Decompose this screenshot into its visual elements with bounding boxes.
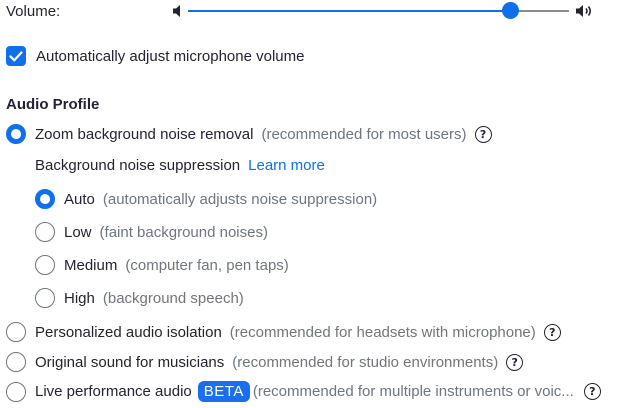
- profile-label: Live performance audio: [35, 383, 192, 400]
- profile-label: Original sound for musicians: [35, 353, 225, 371]
- help-icon[interactable]: ?: [583, 383, 601, 400]
- auto-adjust-label: Automatically adjust microphone volume: [36, 47, 305, 65]
- suppression-option-auto[interactable]: Auto (automatically adjusts noise suppre…: [35, 189, 377, 209]
- speaker-low-icon: [172, 4, 184, 18]
- suppression-label: Medium: [64, 256, 118, 274]
- volume-slider-thumb[interactable]: [502, 2, 519, 19]
- volume-track-filled: [188, 10, 511, 12]
- volume-label: Volume:: [6, 3, 61, 20]
- suppression-label: Low: [64, 223, 92, 241]
- profile-hint: (recommended for studio environments): [232, 353, 499, 371]
- learn-more-link[interactable]: Learn more: [248, 157, 325, 174]
- checkmark-icon: [9, 50, 23, 61]
- noise-suppression-header: Background noise suppression Learn more: [35, 157, 325, 174]
- help-icon[interactable]: ?: [474, 125, 492, 143]
- profile-option-noise-removal[interactable]: Zoom background noise removal (recommend…: [6, 124, 492, 144]
- suppression-option-medium[interactable]: Medium (computer fan, pen taps): [35, 255, 289, 275]
- profile-hint: (recommended for most users): [261, 125, 467, 143]
- help-icon[interactable]: ?: [543, 323, 561, 341]
- suppression-radio-medium[interactable]: [35, 255, 55, 275]
- profile-label: Zoom background noise removal: [35, 125, 254, 143]
- suppression-hint: (faint background noises): [99, 223, 268, 241]
- profile-hint: (recommended for multiple instruments or…: [252, 383, 574, 400]
- volume-track-rest: [511, 10, 569, 12]
- suppression-label: High: [64, 289, 95, 307]
- beta-badge: BETA: [197, 381, 250, 402]
- profile-radio-live-performance[interactable]: [6, 381, 26, 402]
- profile-hint: (recommended for headsets with microphon…: [229, 323, 536, 341]
- suppression-option-high[interactable]: High (background speech): [35, 288, 244, 308]
- suppression-radio-low[interactable]: [35, 222, 55, 242]
- suppression-hint: (background speech): [102, 289, 244, 307]
- auto-adjust-option[interactable]: Automatically adjust microphone volume: [6, 46, 304, 66]
- profile-radio-original-sound[interactable]: [6, 352, 26, 372]
- audio-profile-title: Audio Profile: [6, 96, 100, 113]
- profile-option-original-sound[interactable]: Original sound for musicians (recommende…: [6, 352, 524, 372]
- help-icon[interactable]: ?: [506, 353, 524, 371]
- speaker-high-icon: [575, 3, 595, 19]
- noise-suppression-label: Background noise suppression: [35, 157, 241, 174]
- suppression-hint: (automatically adjusts noise suppression…: [102, 190, 378, 208]
- suppression-hint: (computer fan, pen taps): [125, 256, 289, 274]
- profile-option-live-performance[interactable]: Live performance audio BETA (recommended…: [6, 381, 601, 402]
- profile-label: Personalized audio isolation: [35, 323, 222, 341]
- auto-adjust-checkbox[interactable]: [6, 46, 26, 66]
- suppression-radio-auto[interactable]: [35, 189, 55, 209]
- profile-option-audio-isolation[interactable]: Personalized audio isolation (recommende…: [6, 322, 561, 342]
- profile-radio-audio-isolation[interactable]: [6, 322, 26, 342]
- suppression-label: Auto: [64, 190, 95, 208]
- suppression-radio-high[interactable]: [35, 288, 55, 308]
- profile-radio-noise-removal[interactable]: [6, 124, 26, 144]
- suppression-option-low[interactable]: Low (faint background noises): [35, 222, 268, 242]
